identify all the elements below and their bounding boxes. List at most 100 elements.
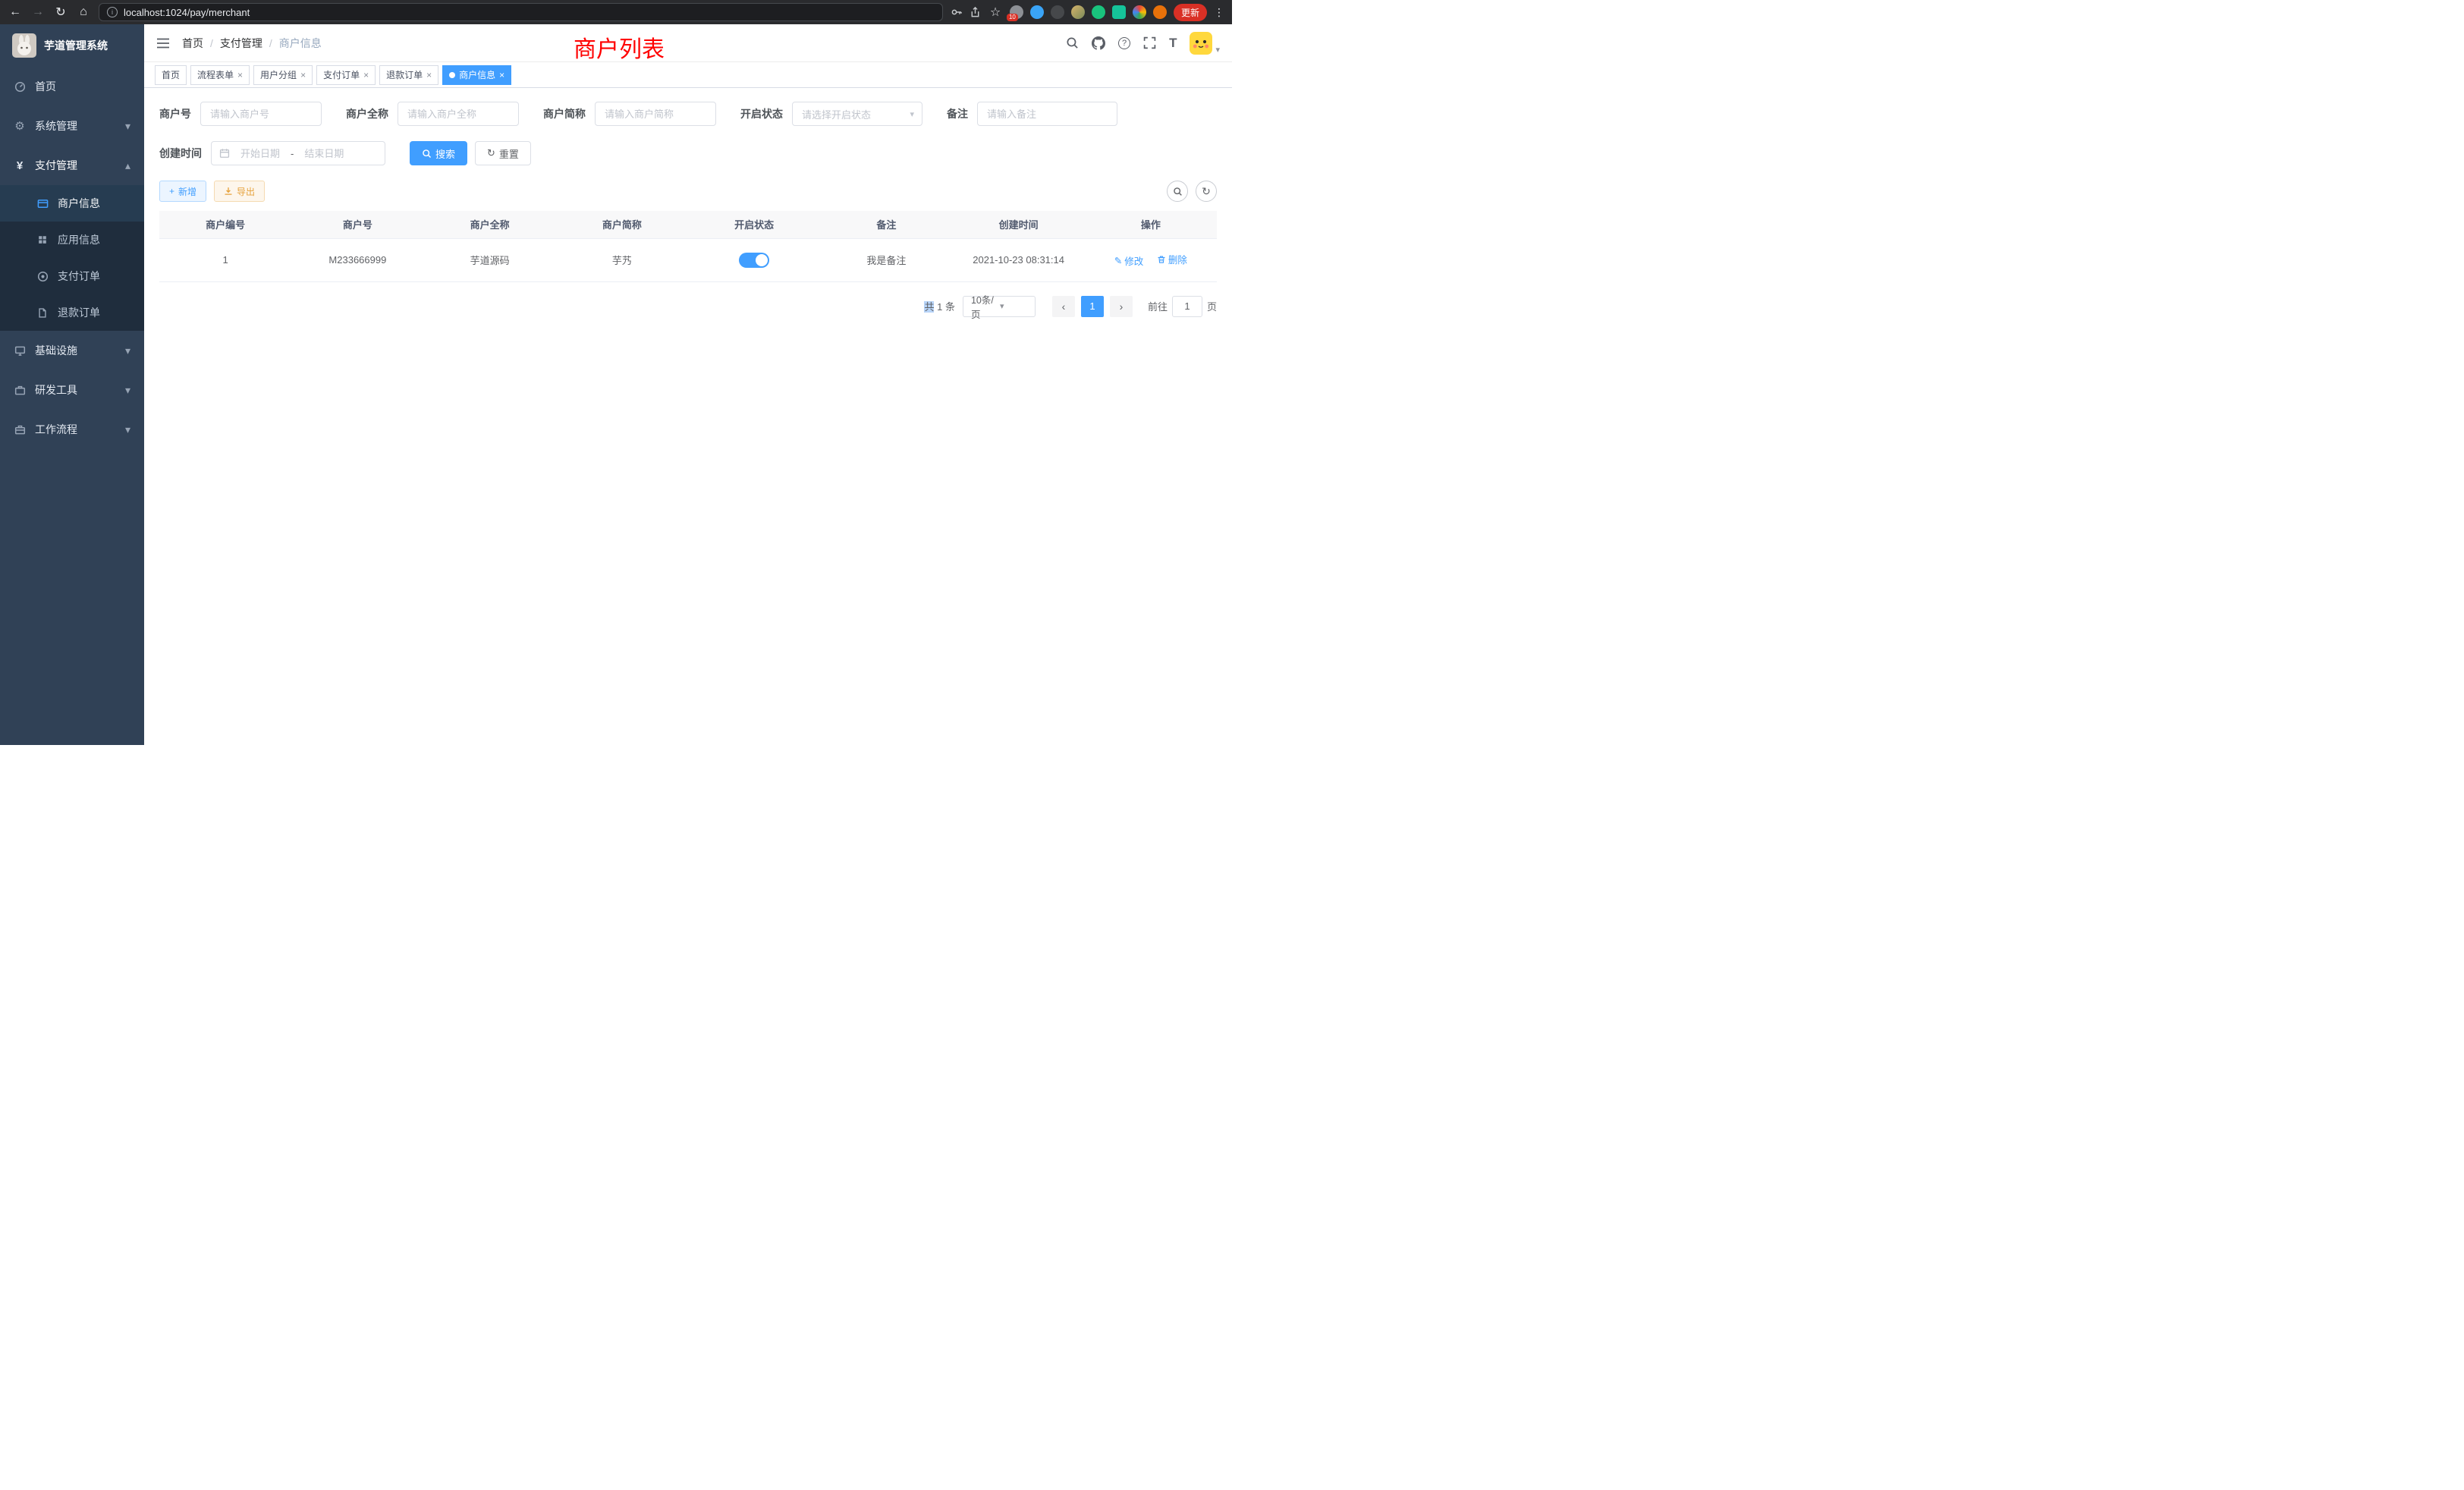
close-icon[interactable]: × [499, 70, 504, 80]
reset-button[interactable]: ↻ 重置 [475, 141, 531, 165]
extension-icon-puzzle[interactable]: 10 [1010, 5, 1023, 19]
date-start-input[interactable] [233, 148, 288, 159]
extension-icon-green-square[interactable] [1112, 5, 1126, 19]
fullscreen-icon[interactable] [1143, 36, 1156, 49]
url-text[interactable]: localhost:1024/pay/merchant [124, 7, 250, 18]
date-range-picker[interactable]: - [211, 141, 385, 165]
sidebar-item-payment[interactable]: ¥ 支付管理 ▴ [0, 146, 144, 185]
search-icon[interactable] [1066, 36, 1079, 49]
sidebar-item-dev-tools[interactable]: 研发工具 ▾ [0, 370, 144, 410]
toggle-search-icon[interactable] [1167, 181, 1188, 202]
user-avatar[interactable]: ▾ [1190, 32, 1220, 55]
sidebar-item-home[interactable]: 首页 [0, 67, 144, 106]
tab-pay-order[interactable]: 支付订单 × [316, 65, 376, 85]
status-select[interactable]: 请选择开启状态 ▾ [792, 102, 922, 126]
export-button-label: 导出 [237, 185, 255, 198]
sidebar-item-infrastructure[interactable]: 基础设施 ▾ [0, 331, 144, 370]
font-size-icon[interactable]: T [1169, 36, 1177, 51]
grid-icon [36, 234, 49, 245]
avatar-image [1190, 32, 1212, 55]
status-toggle[interactable] [739, 253, 769, 268]
tab-home[interactable]: 首页 [155, 65, 187, 85]
document-icon [36, 307, 49, 319]
edit-label: 修改 [1124, 253, 1143, 268]
close-icon[interactable]: × [426, 70, 432, 80]
sidebar-item-label: 系统管理 [35, 118, 77, 134]
breadcrumb-home[interactable]: 首页 [182, 36, 203, 51]
col-merchant-index: 商户编号 [159, 211, 291, 238]
site-info-icon[interactable]: i [107, 7, 118, 17]
full-name-input[interactable] [398, 102, 519, 126]
sidebar-item-system[interactable]: ⚙ 系统管理 ▾ [0, 106, 144, 146]
page-size-select[interactable]: 10条/页 ▾ [963, 296, 1036, 317]
tab-refund-order[interactable]: 退款订单 × [379, 65, 438, 85]
merchant-table: 商户编号 商户号 商户全称 商户简称 开启状态 备注 创建时间 操作 1 [159, 211, 1217, 282]
search-button[interactable]: 搜索 [410, 141, 467, 165]
page-1-button[interactable]: 1 [1081, 296, 1104, 317]
col-status: 开启状态 [688, 211, 820, 238]
browser-forward-icon[interactable]: → [30, 5, 46, 19]
bookmark-star-icon[interactable]: ☆ [988, 5, 1003, 20]
browser-reload-icon[interactable]: ↻ [53, 5, 68, 20]
password-key-icon[interactable] [951, 6, 963, 18]
extension-icon-avatar2[interactable] [1153, 5, 1167, 19]
browser-chrome: ← → ↻ ⌂ i localhost:1024/pay/merchant ☆ … [0, 0, 1232, 24]
pencil-icon: ✎ [1114, 255, 1122, 266]
sidebar-item-workflow[interactable]: 工作流程 ▾ [0, 410, 144, 449]
tab-user-group[interactable]: 用户分组 × [253, 65, 313, 85]
help-icon[interactable]: ? [1118, 37, 1130, 49]
sidebar-item-label: 商户信息 [58, 196, 100, 211]
date-end-input[interactable] [297, 148, 351, 159]
refresh-icon[interactable]: ↻ [1196, 181, 1217, 202]
merchant-no-label: 商户号 [159, 106, 191, 121]
remark-input[interactable] [977, 102, 1117, 126]
tab-merchant-info[interactable]: 商户信息 × [442, 65, 511, 85]
sidebar-logo[interactable]: 芋道管理系统 [0, 24, 144, 67]
browser-update-button[interactable]: 更新 [1174, 4, 1207, 21]
add-button[interactable]: + 新增 [159, 181, 206, 202]
short-name-input[interactable] [595, 102, 716, 126]
app-title: 芋道管理系统 [44, 38, 108, 53]
goto-page-input[interactable] [1172, 296, 1202, 317]
next-page-button[interactable]: › [1110, 296, 1133, 317]
briefcase-icon [14, 424, 26, 435]
extension-icon-green-circle[interactable] [1092, 5, 1105, 19]
search-button-label: 搜索 [435, 146, 455, 161]
form-item-remark: 备注 [947, 102, 1117, 126]
browser-back-icon[interactable]: ← [8, 5, 23, 19]
prev-page-button[interactable]: ‹ [1052, 296, 1075, 317]
download-icon [224, 187, 233, 196]
search-form-row-1: 商户号 商户全称 商户简称 开启状态 请选择开启状态 [159, 102, 1217, 141]
browser-menu-icon[interactable]: ⋮ [1214, 6, 1224, 19]
sidebar-item-merchant-info[interactable]: 商户信息 [0, 185, 144, 222]
extension-icon-blue-drop[interactable] [1030, 5, 1044, 19]
close-icon[interactable]: × [363, 70, 369, 80]
chevron-down-icon: ▾ [125, 344, 130, 357]
total-count: 1 [934, 301, 944, 313]
breadcrumb-payment[interactable]: 支付管理 [220, 36, 262, 51]
close-icon[interactable]: × [237, 70, 243, 80]
merchant-no-input[interactable] [200, 102, 322, 126]
cell-short-name: 芋艿 [556, 238, 688, 281]
sidebar-item-refund-order[interactable]: 退款订单 [0, 294, 144, 331]
status-label: 开启状态 [740, 106, 783, 121]
tab-label: 退款订单 [386, 68, 423, 81]
sidebar-item-app-info[interactable]: 应用信息 [0, 222, 144, 258]
close-icon[interactable]: × [300, 70, 306, 80]
url-bar[interactable]: i localhost:1024/pay/merchant [99, 3, 943, 21]
col-merchant-no: 商户号 [291, 211, 423, 238]
extension-icon-pinwheel[interactable] [1133, 5, 1146, 19]
extension-icon-dark[interactable] [1051, 5, 1064, 19]
full-name-label: 商户全称 [346, 106, 388, 121]
github-icon[interactable] [1092, 36, 1105, 50]
hamburger-icon[interactable] [156, 37, 170, 49]
sidebar-item-pay-order[interactable]: 支付订单 [0, 258, 144, 294]
tab-process-form[interactable]: 流程表单 × [190, 65, 250, 85]
export-button[interactable]: 导出 [214, 181, 265, 202]
edit-link[interactable]: ✎ 修改 [1114, 253, 1144, 268]
cell-full-name: 芋道源码 [424, 238, 556, 281]
extension-icon-avatar1[interactable] [1071, 5, 1085, 19]
delete-link[interactable]: 删除 [1157, 252, 1187, 266]
browser-home-icon[interactable]: ⌂ [76, 5, 91, 19]
share-icon[interactable] [970, 6, 981, 18]
